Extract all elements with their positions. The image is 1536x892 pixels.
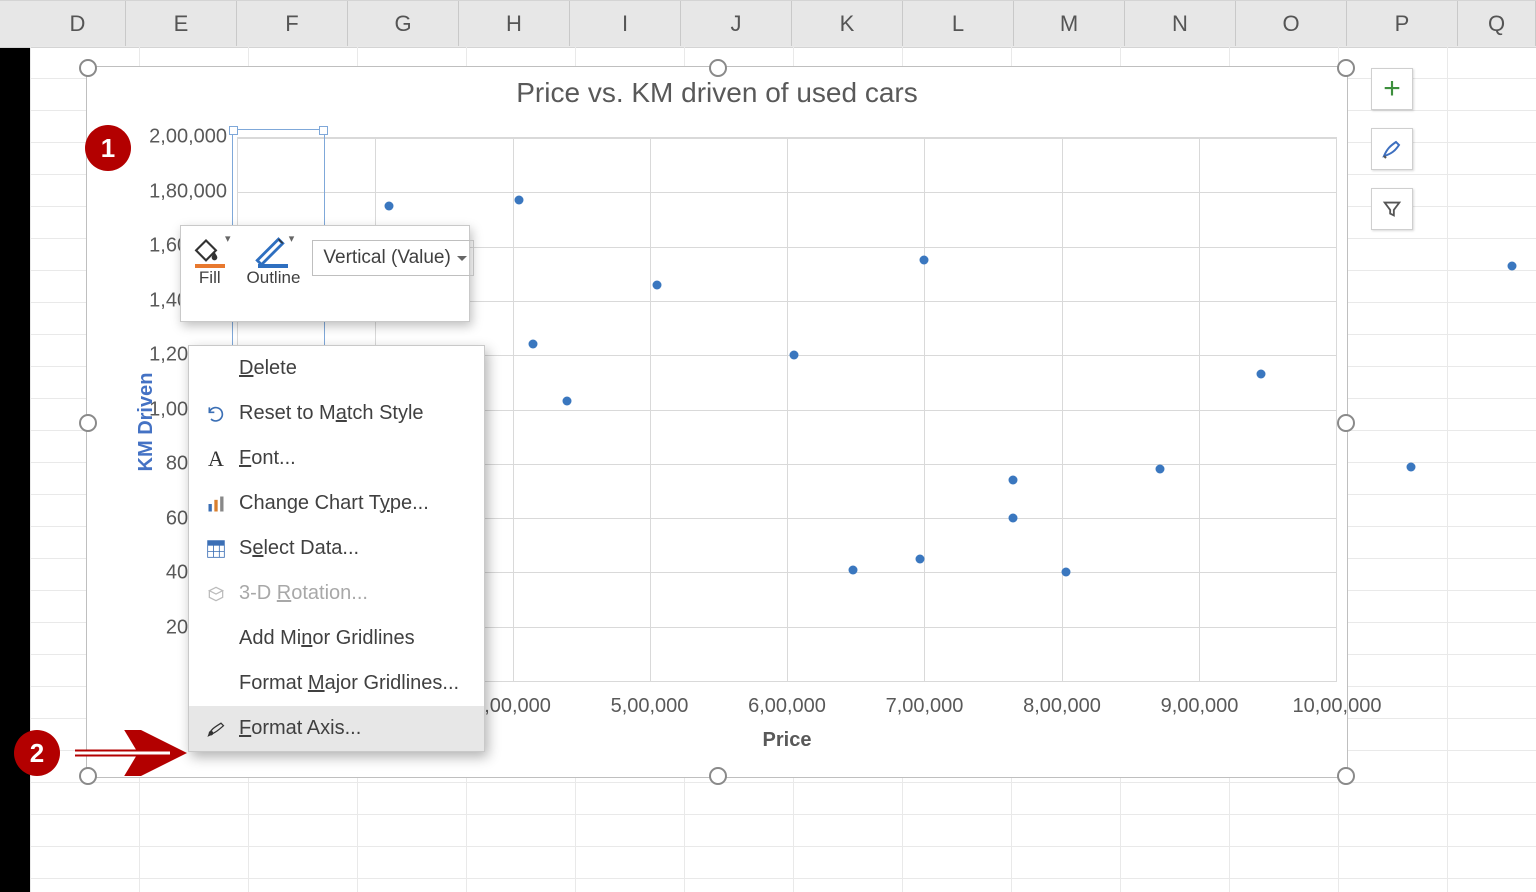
scatter-point[interactable]: [652, 280, 661, 289]
resize-handle[interactable]: [1337, 59, 1355, 77]
scatter-point[interactable]: [1507, 261, 1516, 270]
column-header-N[interactable]: N: [1125, 1, 1236, 47]
scatter-point[interactable]: [1156, 465, 1165, 474]
resize-handle[interactable]: [709, 59, 727, 77]
scatter-point[interactable]: [515, 196, 524, 205]
annotation-badge-1: 1: [85, 125, 131, 171]
y-axis-title[interactable]: KM Driven: [135, 373, 158, 472]
menu-select-data[interactable]: Select Data...: [189, 526, 484, 571]
outline-label: Outline: [247, 268, 301, 288]
scatter-point[interactable]: [529, 340, 538, 349]
scatter-point[interactable]: [920, 256, 929, 265]
column-header-M[interactable]: M: [1014, 1, 1125, 47]
scatter-point[interactable]: [1009, 476, 1018, 485]
outline-button[interactable]: ▾ Outline: [239, 226, 309, 288]
chart-elements-button[interactable]: +: [1371, 68, 1413, 110]
fill-label: Fill: [199, 268, 221, 288]
annotation-arrow: [70, 730, 195, 776]
context-menu: Delete Reset to Match Style AFont... Cha…: [188, 345, 485, 752]
menu-change-chart-type[interactable]: Change Chart Type...: [189, 481, 484, 526]
scatter-point[interactable]: [563, 397, 572, 406]
menu-format-major-gridlines[interactable]: Format Major Gridlines...: [189, 661, 484, 706]
menu-delete[interactable]: Delete: [189, 346, 484, 391]
column-header-O[interactable]: O: [1236, 1, 1347, 47]
chart-styles-button[interactable]: [1371, 128, 1413, 170]
column-header-row: DEFGHIJKLMNOPQ: [0, 0, 1536, 48]
chart-title[interactable]: Price vs. KM driven of used cars: [87, 77, 1347, 109]
scatter-point[interactable]: [1256, 370, 1265, 379]
annotation-badge-2: 2: [14, 730, 60, 776]
scatter-point[interactable]: [384, 201, 393, 210]
column-header-K[interactable]: K: [792, 1, 903, 47]
menu-3d-rotation: 3-D Rotation...: [189, 571, 484, 616]
menu-format-axis[interactable]: Format Axis...: [189, 706, 484, 751]
resize-handle[interactable]: [1337, 414, 1355, 432]
scatter-point[interactable]: [789, 351, 798, 360]
scatter-point[interactable]: [916, 554, 925, 563]
resize-handle[interactable]: [79, 414, 97, 432]
column-header-J[interactable]: J: [681, 1, 792, 47]
column-header-D[interactable]: D: [30, 1, 126, 47]
column-header-F[interactable]: F: [237, 1, 348, 47]
scatter-point[interactable]: [1009, 514, 1018, 523]
menu-add-minor-gridlines[interactable]: Add Minor Gridlines: [189, 616, 484, 661]
scatter-point[interactable]: [1407, 462, 1416, 471]
column-header-I[interactable]: I: [570, 1, 681, 47]
scatter-point[interactable]: [848, 565, 857, 574]
resize-handle[interactable]: [1337, 767, 1355, 785]
mini-toolbar: ▾ Fill ▾ Outline Vertical (Value): [180, 225, 470, 322]
resize-handle[interactable]: [79, 59, 97, 77]
fill-button[interactable]: ▾ Fill: [181, 226, 239, 288]
chart-element-selector[interactable]: Vertical (Value): [312, 240, 473, 276]
chart-filter-button[interactable]: [1371, 188, 1413, 230]
column-header-L[interactable]: L: [903, 1, 1014, 47]
column-header-P[interactable]: P: [1347, 1, 1458, 47]
menu-reset[interactable]: Reset to Match Style: [189, 391, 484, 436]
menu-font[interactable]: AFont...: [189, 436, 484, 481]
column-header-H[interactable]: H: [459, 1, 570, 47]
scatter-point[interactable]: [1061, 568, 1070, 577]
column-header-Q[interactable]: Q: [1458, 1, 1536, 47]
resize-handle[interactable]: [709, 767, 727, 785]
column-header-E[interactable]: E: [126, 1, 237, 47]
column-header-G[interactable]: G: [348, 1, 459, 47]
